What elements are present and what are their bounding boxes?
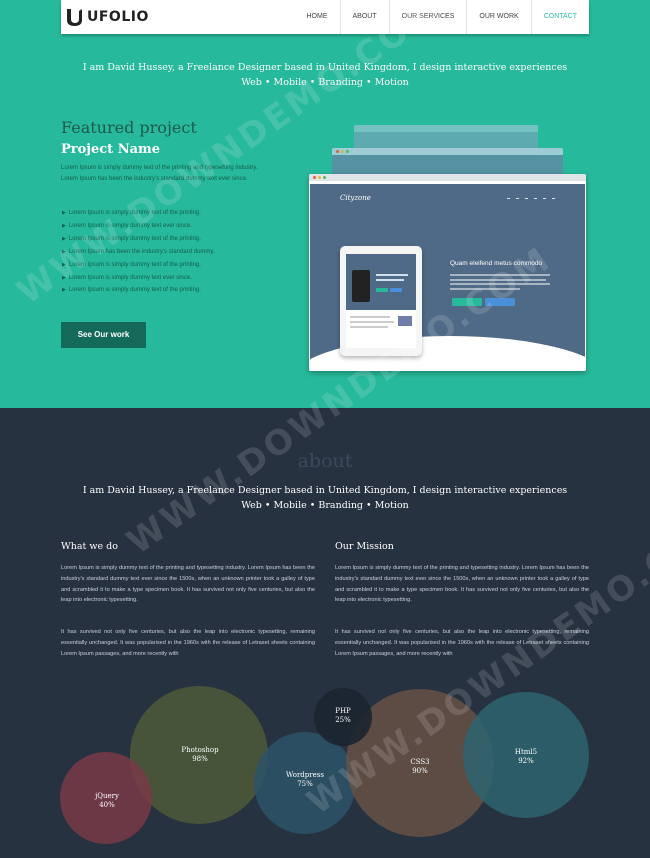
mockup-menu-item: ▬	[507, 196, 510, 200]
skill-percent: 98%	[192, 755, 208, 763]
our-mission-text-1: Lorem Ipsum is simply dummy text of the …	[335, 565, 589, 604]
mockup-menu-item: ▬	[552, 196, 555, 200]
browser-bar	[332, 148, 563, 155]
skill-label-php: PHP 25%	[303, 707, 383, 725]
skill-percent: 40%	[99, 801, 115, 809]
page: I am David Hussey, a Freelance Designer …	[0, 0, 650, 858]
featured-title: Featured project	[61, 118, 197, 137]
our-mission-title: Our Mission	[335, 541, 394, 552]
mockup-menu-item: ▬	[525, 196, 528, 200]
about-skills: Web • Mobile • Branding • Motion	[241, 500, 409, 511]
mockup-menu-item: ▬	[543, 196, 546, 200]
list-item: ▶ Lorem Ipsum is simply dummy text of the…	[62, 284, 215, 297]
what-we-do-title: What we do	[61, 541, 118, 552]
close-dot-icon	[336, 150, 339, 153]
skill-name: Photoshop	[181, 746, 219, 754]
mockup-menu: ▬ ▬ ▬ ▬ ▬ ▬	[501, 196, 555, 200]
see-our-work-button[interactable]: See Our work	[61, 322, 146, 348]
arrow-right-icon: ▶	[62, 222, 66, 229]
maximize-dot-icon	[346, 150, 349, 153]
what-we-do-text-2: It has survived not only five centuries,…	[61, 629, 315, 657]
skill-percent: 25%	[335, 716, 351, 724]
logo-text: UFOLIO	[87, 9, 149, 25]
mockup-brand: Cityzone	[340, 194, 371, 202]
skill-name: jQuery	[95, 792, 119, 800]
mockup-menu-item: ▬	[516, 196, 519, 200]
browser-bar	[354, 125, 538, 132]
top-navbar: UFOLIO HOME ABOUT OUR SERVICES OUR WORK …	[61, 0, 589, 34]
about-tagline: I am David Hussey, a Freelance Designer …	[82, 485, 568, 496]
nav-our-work[interactable]: OUR WORK	[466, 0, 530, 34]
skill-percent: 92%	[518, 757, 534, 765]
browser-bar	[309, 174, 586, 181]
list-item-text: Lorem Ipsum is simply dummy text of the …	[68, 287, 201, 294]
skill-label-html5: Html5 92%	[486, 748, 566, 766]
about-tagline-block: I am David Hussey, a Freelance Designer …	[0, 483, 650, 513]
skill-name: PHP	[335, 707, 351, 715]
nav-contact[interactable]: CONTACT	[530, 0, 589, 34]
about-heading: about	[297, 450, 353, 472]
minimize-dot-icon	[341, 150, 344, 153]
minimize-dot-icon	[318, 176, 321, 179]
logo[interactable]: UFOLIO	[65, 6, 149, 28]
ufolio-logo-icon	[65, 7, 83, 27]
arrow-right-icon: ▶	[62, 210, 66, 216]
skill-name: Html5	[514, 748, 538, 756]
close-dot-icon	[313, 176, 316, 179]
project-name: Project Name	[61, 142, 161, 157]
skill-label-jquery: jQuery 40%	[67, 792, 147, 810]
skill-label-photoshop: Photoshop 98%	[160, 746, 240, 764]
what-we-do-text-1: Lorem Ipsum is simply dummy text of the …	[61, 565, 315, 604]
mockup-menu-item: ▬	[534, 196, 537, 200]
maximize-dot-icon	[323, 176, 326, 179]
nav-home[interactable]: HOME	[295, 0, 340, 34]
